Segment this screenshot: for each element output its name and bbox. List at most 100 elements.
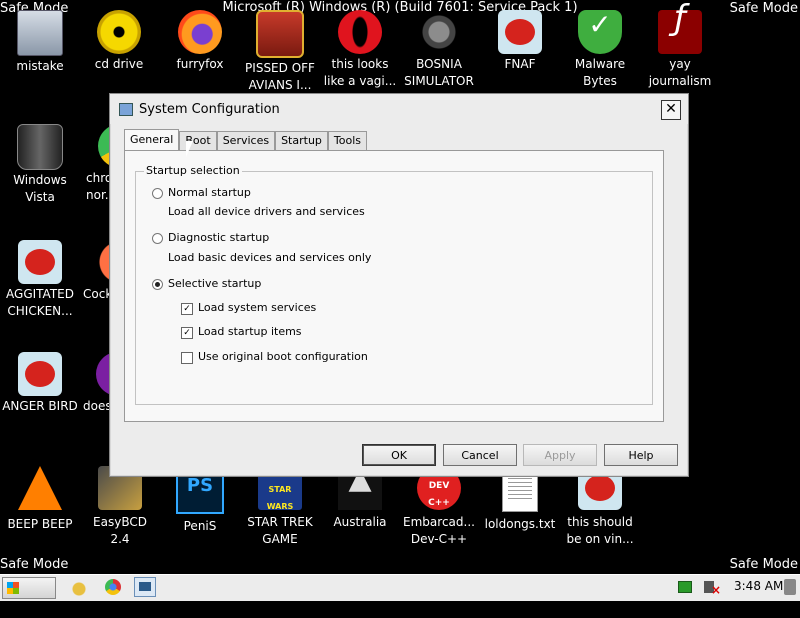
firefox-icon bbox=[178, 10, 222, 54]
desktop-icon-label: this looks like a vagi... bbox=[323, 57, 397, 88]
help-button[interactable]: Help bbox=[604, 444, 678, 466]
explorer-taskbar-icon[interactable] bbox=[66, 577, 92, 597]
desktop-icon-label: PeniS bbox=[183, 519, 217, 533]
load-startup-items-label[interactable]: Load startup items bbox=[198, 325, 302, 338]
desktop-icon-mistake[interactable]: mistake bbox=[2, 10, 78, 75]
start-button[interactable]: Start bbox=[2, 577, 56, 615]
tab-services[interactable]: Services bbox=[216, 131, 276, 150]
desktop-icon-opera[interactable]: this looks like a vagi... bbox=[322, 10, 398, 90]
load-system-services-label[interactable]: Load system services bbox=[198, 301, 316, 314]
tab-strip: General Boot Services Startup Tools bbox=[124, 129, 368, 150]
desktop-icon-does[interactable]: does... bbox=[80, 352, 110, 415]
desktop-icon-yay-journalism[interactable]: yay journalism bbox=[642, 10, 718, 90]
cd-drive-icon bbox=[97, 10, 141, 54]
clock[interactable]: 3:48 AM bbox=[734, 579, 783, 593]
desktop-icon-malware-bytes[interactable]: Malware Bytes bbox=[562, 10, 638, 90]
dialog-title: System Configuration bbox=[139, 102, 280, 117]
taskbar: Start 3:48 AM bbox=[0, 574, 800, 615]
desktop-icon-label: this should be on vin... bbox=[566, 515, 634, 546]
show-desktop-button[interactable] bbox=[784, 579, 796, 595]
volume-muted-icon[interactable] bbox=[704, 581, 721, 597]
desktop-icon-label: STAR TREK GAME bbox=[247, 515, 313, 546]
desktop-icon-label: BOSNIA SIMULATOR bbox=[404, 57, 474, 88]
desktop-icon-beep-beep[interactable]: BEEP BEEP bbox=[2, 466, 78, 533]
startup-selection-group: Startup selection Normal startup Load al… bbox=[135, 164, 653, 405]
desktop-icon-easybcd[interactable]: EasyBCD 2.4 bbox=[82, 466, 158, 548]
desktop-icon-label: furryfox bbox=[176, 57, 224, 71]
desktop-icon-label: EasyBCD 2.4 bbox=[93, 515, 147, 546]
chrome-taskbar-icon[interactable] bbox=[105, 579, 121, 595]
load-startup-items-checkbox[interactable]: ✓ bbox=[181, 327, 193, 339]
desktop-icon-label: chro... nor... bbox=[86, 171, 110, 202]
safe-mode-label-bottom-left: Safe Mode bbox=[0, 557, 69, 572]
tab-tools[interactable]: Tools bbox=[327, 131, 368, 150]
close-icon: ✕ bbox=[665, 101, 677, 117]
purple-app-icon bbox=[96, 352, 110, 396]
desktop-icon-label: Australia bbox=[333, 515, 387, 529]
selective-startup-radio[interactable] bbox=[152, 279, 163, 290]
angry-bird-icon bbox=[18, 352, 62, 396]
tab-boot[interactable]: Boot bbox=[179, 131, 217, 150]
desktop-icon-aggitated-chicken[interactable]: AGGITATED CHICKEN... bbox=[2, 240, 78, 320]
desktop-icon-label: Windows Vista bbox=[13, 173, 67, 204]
use-original-boot-config-checkbox[interactable] bbox=[181, 352, 193, 364]
angry-birds-seasons-icon bbox=[256, 10, 304, 58]
desktop-icon-windows-vista[interactable]: Windows Vista bbox=[2, 124, 78, 206]
desktop-icon-bosnia-simulator[interactable]: BOSNIA SIMULATOR bbox=[401, 10, 477, 90]
recycle-bin-icon bbox=[17, 124, 63, 170]
angry-bird-icon bbox=[18, 240, 62, 284]
desktop-icon-label: Cock... bbox=[83, 287, 110, 301]
system-configuration-dialog: System Configuration ✕ General Boot Serv… bbox=[109, 93, 689, 477]
desktop-icon-label: PISSED OFF AVIANS I... bbox=[245, 61, 315, 92]
tab-general[interactable]: General bbox=[124, 129, 180, 150]
desktop-icon-star-trek-game[interactable]: STAR TREK GAME bbox=[242, 466, 318, 548]
opera-icon bbox=[338, 10, 382, 54]
desktop-icon-label: FNAF bbox=[504, 57, 536, 71]
flash-icon bbox=[658, 10, 702, 54]
desktop-icon-dev-cpp[interactable]: Embarcad... Dev-C++ bbox=[401, 466, 477, 548]
desktop-icon-label: Malware Bytes bbox=[574, 57, 626, 88]
desktop-icon-cock[interactable]: Cock... bbox=[80, 240, 110, 303]
desktop-icon-anger-bird[interactable]: ANGER BIRD bbox=[2, 352, 78, 415]
group-label: Startup selection bbox=[144, 164, 242, 177]
dialog-titlebar[interactable]: System Configuration ✕ bbox=[110, 94, 688, 124]
selective-startup-label[interactable]: Selective startup bbox=[168, 277, 261, 290]
normal-startup-label[interactable]: Normal startup bbox=[168, 186, 251, 199]
use-original-boot-config-label[interactable]: Use original boot configuration bbox=[198, 350, 368, 363]
desktop-icon-this-should-be[interactable]: this should be on vin... bbox=[562, 466, 638, 548]
vlc-cone-icon bbox=[18, 466, 62, 510]
mace-icon bbox=[417, 10, 461, 54]
diagnostic-startup-label[interactable]: Diagnostic startup bbox=[168, 231, 269, 244]
tab-startup[interactable]: Startup bbox=[275, 131, 328, 150]
msconfig-icon bbox=[119, 103, 133, 116]
desktop-icon-label: yay journalism bbox=[648, 57, 712, 88]
desktop-icon-pissed-off-avians[interactable]: PISSED OFF AVIANS I... bbox=[242, 10, 318, 94]
diagnostic-startup-description: Load basic devices and services only bbox=[168, 251, 372, 264]
apply-button[interactable]: Apply bbox=[523, 444, 597, 466]
shield-icon bbox=[578, 10, 622, 54]
desktop-icon-furryfox[interactable]: furryfox bbox=[162, 10, 238, 73]
desktop-icon-chrome[interactable]: chro... nor... bbox=[74, 124, 110, 204]
close-button[interactable]: ✕ bbox=[661, 100, 681, 120]
network-icon[interactable] bbox=[678, 581, 692, 593]
safe-mode-label-bottom-right: Safe Mode bbox=[729, 557, 798, 572]
cancel-button[interactable]: Cancel bbox=[443, 444, 517, 466]
normal-startup-description: Load all device drivers and services bbox=[168, 205, 365, 218]
system-tray: 3:48 AM bbox=[660, 575, 800, 601]
desktop-icon-label: BEEP BEEP bbox=[7, 517, 73, 531]
desktop-icon-cd-drive[interactable]: cd drive bbox=[81, 10, 157, 73]
system-configuration-taskbar-button[interactable] bbox=[134, 577, 156, 597]
start-label: Start bbox=[3, 601, 38, 615]
diagnostic-startup-radio[interactable] bbox=[152, 233, 163, 244]
mouse-cursor-icon bbox=[186, 141, 193, 157]
desktop-icon-fnaf[interactable]: FNAF bbox=[482, 10, 558, 73]
desktop-icon-label: Embarcad... Dev-C++ bbox=[403, 515, 475, 546]
desktop-icon-label: cd drive bbox=[94, 57, 144, 71]
windows-logo-icon bbox=[7, 582, 19, 594]
desktop-icon-label: ANGER BIRD bbox=[2, 399, 78, 413]
load-system-services-checkbox[interactable]: ✓ bbox=[181, 303, 193, 315]
ok-button[interactable]: OK bbox=[362, 444, 436, 466]
computer-icon bbox=[17, 10, 63, 56]
desktop-icon-label: does... bbox=[83, 399, 110, 413]
normal-startup-radio[interactable] bbox=[152, 188, 163, 199]
